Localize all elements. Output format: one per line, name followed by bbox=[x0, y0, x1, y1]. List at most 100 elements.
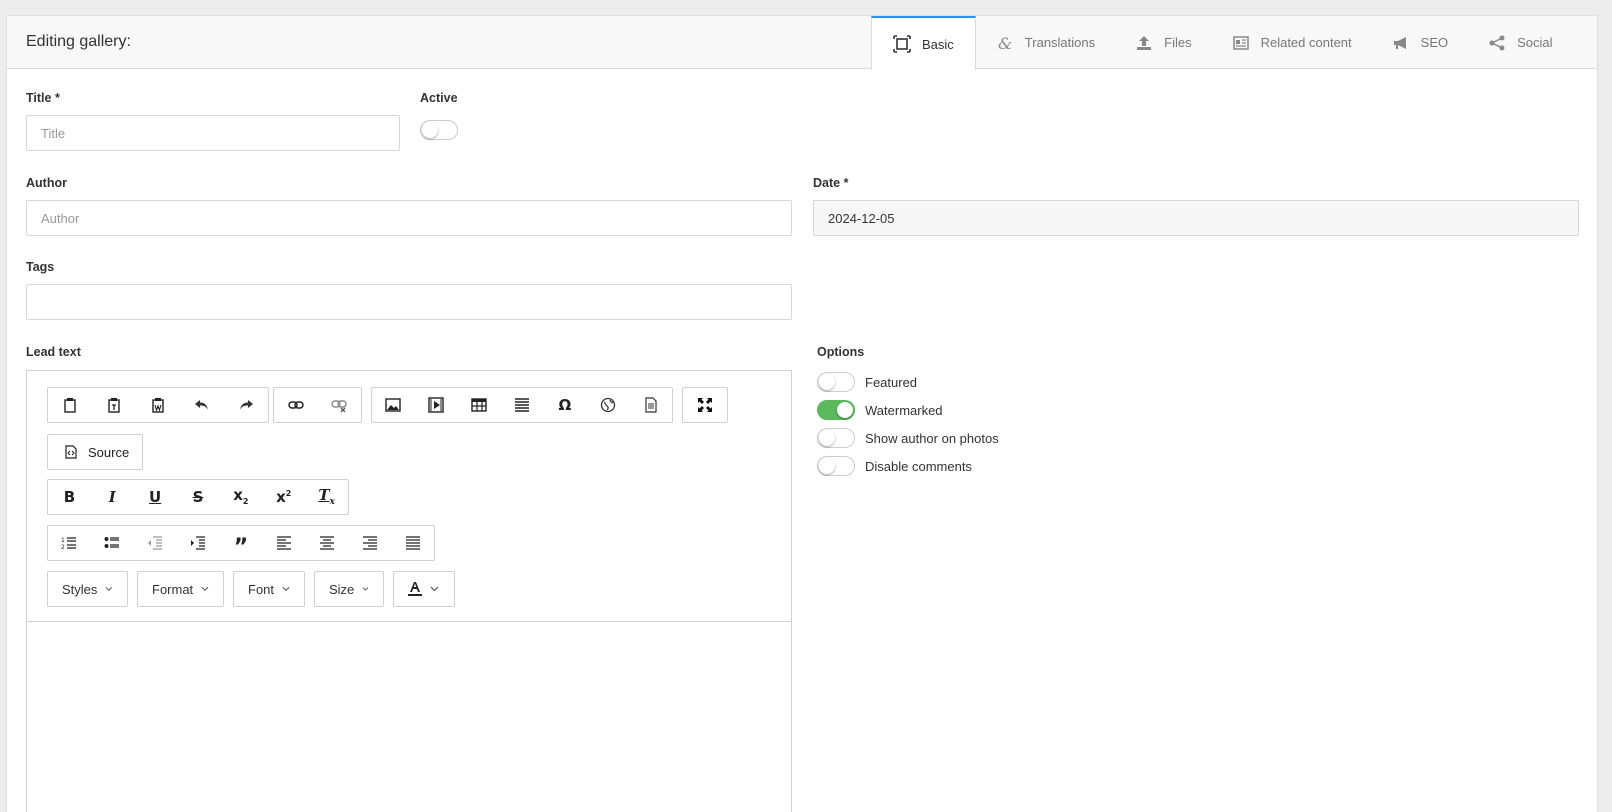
bulleted-list-icon bbox=[104, 537, 120, 548]
horizontal-rule-button[interactable] bbox=[501, 388, 544, 422]
author-input[interactable] bbox=[26, 200, 792, 236]
superscript-button[interactable]: x2 bbox=[262, 480, 305, 514]
paste-text-button[interactable] bbox=[92, 388, 136, 422]
unlink-button[interactable] bbox=[318, 388, 362, 422]
basic-icon bbox=[893, 35, 911, 53]
align-right-icon bbox=[362, 536, 377, 550]
source-icon bbox=[65, 445, 77, 459]
editor-toolbar: Ω Source B I U S x2 x2 Tx 1 2 ” Styles F… bbox=[27, 371, 791, 622]
link-button[interactable] bbox=[274, 388, 318, 422]
table-button[interactable] bbox=[458, 388, 501, 422]
show-author-toggle[interactable] bbox=[817, 428, 855, 448]
maximize-button[interactable] bbox=[683, 388, 727, 422]
tab-translations[interactable]: & Translations bbox=[976, 16, 1115, 69]
remove-format-icon: Tx bbox=[318, 485, 335, 507]
superscript-icon: x2 bbox=[276, 487, 292, 506]
tab-bar: Basic & Translations Files Related conte… bbox=[871, 16, 1573, 70]
numbered-list-button[interactable]: 12 bbox=[48, 526, 91, 560]
iframe-button[interactable] bbox=[586, 388, 629, 422]
text-color-icon bbox=[408, 582, 422, 596]
justify-button[interactable] bbox=[391, 526, 434, 560]
remove-format-button[interactable]: Tx bbox=[305, 480, 348, 514]
lead-text-editor: Ω Source B I U S x2 x2 Tx 1 2 ” Styles F… bbox=[26, 370, 792, 812]
align-left-button[interactable] bbox=[262, 526, 305, 560]
undo-button[interactable] bbox=[180, 388, 224, 422]
link-group bbox=[273, 387, 362, 423]
align-center-icon bbox=[319, 536, 334, 550]
indent-icon bbox=[191, 536, 206, 550]
page-title: Editing gallery: bbox=[26, 33, 131, 50]
options-label: Options bbox=[817, 345, 865, 359]
subscript-icon: x2 bbox=[233, 486, 249, 506]
ampersand-icon: & bbox=[998, 34, 1012, 52]
tab-social[interactable]: Social bbox=[1468, 16, 1572, 69]
outdent-button[interactable] bbox=[134, 526, 177, 560]
share-icon bbox=[1489, 35, 1505, 50]
bold-button[interactable]: B bbox=[48, 480, 91, 514]
active-label: Active bbox=[420, 91, 458, 105]
subscript-button[interactable]: x2 bbox=[219, 480, 262, 514]
styles-dropdown[interactable]: Styles bbox=[47, 571, 128, 607]
watermarked-toggle[interactable] bbox=[817, 400, 855, 420]
tab-seo[interactable]: SEO bbox=[1372, 16, 1468, 69]
chevron-down-icon bbox=[362, 587, 369, 591]
title-input[interactable] bbox=[26, 115, 400, 151]
align-right-button[interactable] bbox=[348, 526, 391, 560]
outdent-icon bbox=[148, 536, 163, 550]
unlink-icon bbox=[331, 400, 347, 413]
size-dropdown[interactable]: Size bbox=[314, 571, 384, 607]
card-header: Editing gallery: Basic & Translations Fi… bbox=[7, 16, 1597, 70]
link-icon bbox=[288, 401, 304, 409]
bulleted-list-button[interactable] bbox=[91, 526, 134, 560]
active-toggle[interactable] bbox=[420, 120, 458, 140]
video-button[interactable] bbox=[415, 388, 458, 422]
tab-files[interactable]: Files bbox=[1115, 16, 1211, 69]
image-button[interactable] bbox=[372, 388, 415, 422]
numbered-list-icon: 12 bbox=[61, 537, 77, 551]
horizontal-rule-icon bbox=[515, 398, 529, 412]
maximize-icon bbox=[698, 398, 712, 412]
format-dropdown[interactable]: Format bbox=[137, 571, 224, 607]
special-char-button[interactable]: Ω bbox=[543, 388, 586, 422]
font-dropdown[interactable]: Font bbox=[233, 571, 305, 607]
editor-content-area[interactable] bbox=[27, 623, 791, 812]
chevron-down-icon bbox=[282, 586, 290, 592]
align-center-button[interactable] bbox=[305, 526, 348, 560]
table-icon bbox=[471, 398, 487, 412]
bold-icon: B bbox=[63, 487, 76, 506]
globe-icon bbox=[600, 397, 615, 413]
tags-input[interactable] bbox=[26, 284, 792, 320]
paste-word-icon bbox=[152, 398, 164, 413]
tab-related-content[interactable]: Related content bbox=[1212, 16, 1372, 69]
underline-button[interactable]: U bbox=[134, 480, 177, 514]
justify-icon bbox=[405, 536, 420, 550]
tab-basic[interactable]: Basic bbox=[871, 16, 976, 70]
upload-icon bbox=[1137, 35, 1152, 50]
paragraph-group: 12 ” bbox=[47, 525, 435, 561]
strikethrough-button[interactable]: S bbox=[177, 480, 220, 514]
blockquote-button[interactable]: ” bbox=[220, 526, 263, 560]
italic-button[interactable]: I bbox=[91, 480, 134, 514]
date-label: Date * bbox=[813, 176, 849, 190]
redo-button[interactable] bbox=[224, 388, 268, 422]
image-icon bbox=[385, 398, 402, 412]
source-button[interactable]: Source bbox=[47, 434, 143, 470]
align-left-icon bbox=[276, 536, 291, 550]
maximize-group bbox=[682, 387, 728, 423]
author-label: Author bbox=[26, 176, 67, 190]
paste-button[interactable] bbox=[48, 388, 92, 422]
basic-styles-group: B I U S x2 x2 Tx bbox=[47, 479, 349, 515]
text-color-dropdown[interactable] bbox=[393, 571, 455, 607]
disable-comments-toggle[interactable] bbox=[817, 456, 855, 476]
lead-text-label: Lead text bbox=[26, 345, 81, 359]
chevron-down-icon bbox=[105, 586, 113, 591]
document-button[interactable] bbox=[629, 388, 672, 422]
video-icon bbox=[428, 397, 444, 413]
svg-text:2: 2 bbox=[61, 544, 65, 551]
date-field[interactable] bbox=[813, 200, 1579, 236]
paste-word-button[interactable] bbox=[136, 388, 180, 422]
chevron-down-icon bbox=[430, 586, 439, 592]
paste-text-icon bbox=[108, 398, 120, 413]
featured-toggle[interactable] bbox=[817, 372, 855, 392]
indent-button[interactable] bbox=[177, 526, 220, 560]
